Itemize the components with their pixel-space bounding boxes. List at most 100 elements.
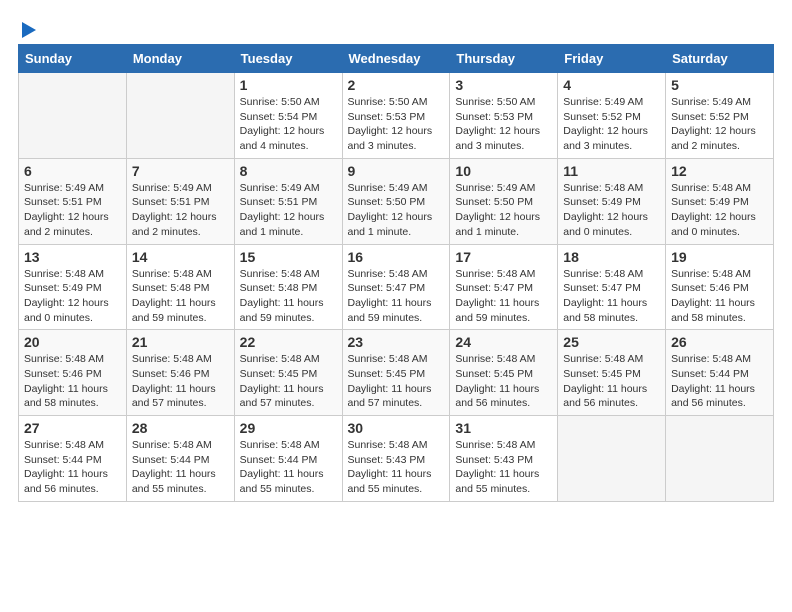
day-cell-22: 22Sunrise: 5:48 AM Sunset: 5:45 PM Dayli… — [234, 330, 342, 416]
day-info: Sunrise: 5:48 AM Sunset: 5:45 PM Dayligh… — [240, 352, 337, 411]
day-cell-14: 14 Sunrise: 5:48 AM Sunset: 5:48 PM Dayli… — [126, 244, 234, 330]
weekday-header-thursday: Thursday — [450, 45, 558, 73]
day-cell-9: 9 Sunrise: 5:49 AM Sunset: 5:50 PM Daylig… — [342, 158, 450, 244]
day-number: 19 — [671, 249, 768, 265]
day-cell-11: 11Sunrise: 5:48 AM Sunset: 5:49 PM Dayli… — [558, 158, 666, 244]
day-cell-13: 13 Sunrise: 5:48 AM Sunset: 5:49 PM Dayli… — [19, 244, 127, 330]
day-cell-19: 19 Sunrise: 5:48 AM Sunset: 5:46 PM Dayli… — [666, 244, 774, 330]
day-cell-15: 15Sunrise: 5:48 AM Sunset: 5:48 PM Dayli… — [234, 244, 342, 330]
day-number: 2 — [348, 77, 445, 93]
day-info: Sunrise: 5:48 AM Sunset: 5:47 PM Dayligh… — [563, 267, 660, 326]
day-info: Sunrise: 5:48 AM Sunset: 5:48 PM Dayligh… — [132, 267, 229, 326]
day-number: 27 — [24, 420, 121, 436]
day-info: Sunrise: 5:49 AM Sunset: 5:50 PM Dayligh… — [348, 181, 445, 240]
day-cell-23: 23Sunrise: 5:48 AM Sunset: 5:45 PM Dayli… — [342, 330, 450, 416]
day-number: 13 — [24, 249, 121, 265]
day-cell-29: 29 Sunrise: 5:48 AM Sunset: 5:44 PM Dayli… — [234, 416, 342, 502]
day-cell-27: 27 Sunrise: 5:48 AM Sunset: 5:44 PM Dayli… — [19, 416, 127, 502]
day-cell-8: 8 Sunrise: 5:49 AM Sunset: 5:51 PM Daylig… — [234, 158, 342, 244]
day-cell-20: 20 Sunrise: 5:48 AM Sunset: 5:46 PM Dayli… — [19, 330, 127, 416]
day-number: 14 — [132, 249, 229, 265]
day-info: Sunrise: 5:48 AM Sunset: 5:44 PM Dayligh… — [132, 438, 229, 497]
day-info: Sunrise: 5:48 AM Sunset: 5:49 PM Dayligh… — [671, 181, 768, 240]
day-info: Sunrise: 5:48 AM Sunset: 5:47 PM Dayligh… — [455, 267, 552, 326]
day-number: 9 — [348, 163, 445, 179]
day-info: Sunrise: 5:48 AM Sunset: 5:43 PM Dayligh… — [455, 438, 552, 497]
day-cell-3: 3Sunrise: 5:50 AM Sunset: 5:53 PM Daylig… — [450, 73, 558, 159]
day-info: Sunrise: 5:48 AM Sunset: 5:44 PM Dayligh… — [24, 438, 121, 497]
weekday-header-row: SundayMondayTuesdayWednesdayThursdayFrid… — [19, 45, 774, 73]
header — [18, 18, 774, 34]
weekday-header-tuesday: Tuesday — [234, 45, 342, 73]
day-info: Sunrise: 5:49 AM Sunset: 5:50 PM Dayligh… — [455, 181, 552, 240]
day-number: 20 — [24, 334, 121, 350]
day-info: Sunrise: 5:48 AM Sunset: 5:46 PM Dayligh… — [24, 352, 121, 411]
day-number: 1 — [240, 77, 337, 93]
day-info: Sunrise: 5:48 AM Sunset: 5:45 PM Dayligh… — [563, 352, 660, 411]
logo-text — [18, 18, 36, 38]
day-cell-4: 4 Sunrise: 5:49 AM Sunset: 5:52 PM Daylig… — [558, 73, 666, 159]
day-info: Sunrise: 5:48 AM Sunset: 5:45 PM Dayligh… — [455, 352, 552, 411]
day-info: Sunrise: 5:48 AM Sunset: 5:43 PM Dayligh… — [348, 438, 445, 497]
day-number: 29 — [240, 420, 337, 436]
day-info: Sunrise: 5:49 AM Sunset: 5:52 PM Dayligh… — [671, 95, 768, 154]
weekday-header-sunday: Sunday — [19, 45, 127, 73]
day-cell-24: 24 Sunrise: 5:48 AM Sunset: 5:45 PM Dayli… — [450, 330, 558, 416]
day-number: 6 — [24, 163, 121, 179]
day-info: Sunrise: 5:49 AM Sunset: 5:51 PM Dayligh… — [24, 181, 121, 240]
week-row-4: 20 Sunrise: 5:48 AM Sunset: 5:46 PM Dayli… — [19, 330, 774, 416]
day-number: 11 — [563, 163, 660, 179]
day-number: 24 — [455, 334, 552, 350]
day-number: 8 — [240, 163, 337, 179]
day-info: Sunrise: 5:48 AM Sunset: 5:46 PM Dayligh… — [132, 352, 229, 411]
day-number: 16 — [348, 249, 445, 265]
week-row-1: 1Sunrise: 5:50 AM Sunset: 5:54 PM Daylig… — [19, 73, 774, 159]
day-number: 12 — [671, 163, 768, 179]
day-number: 10 — [455, 163, 552, 179]
day-number: 26 — [671, 334, 768, 350]
day-cell-26: 26 Sunrise: 5:48 AM Sunset: 5:44 PM Dayli… — [666, 330, 774, 416]
day-number: 21 — [132, 334, 229, 350]
day-cell-1: 1Sunrise: 5:50 AM Sunset: 5:54 PM Daylig… — [234, 73, 342, 159]
day-number: 30 — [348, 420, 445, 436]
day-cell-31: 31Sunrise: 5:48 AM Sunset: 5:43 PM Dayli… — [450, 416, 558, 502]
day-number: 5 — [671, 77, 768, 93]
day-info: Sunrise: 5:50 AM Sunset: 5:53 PM Dayligh… — [348, 95, 445, 154]
day-number: 15 — [240, 249, 337, 265]
page: SundayMondayTuesdayWednesdayThursdayFrid… — [0, 0, 792, 612]
empty-cell — [19, 73, 127, 159]
day-info: Sunrise: 5:48 AM Sunset: 5:49 PM Dayligh… — [24, 267, 121, 326]
day-cell-5: 5 Sunrise: 5:49 AM Sunset: 5:52 PM Daylig… — [666, 73, 774, 159]
day-cell-17: 17 Sunrise: 5:48 AM Sunset: 5:47 PM Dayli… — [450, 244, 558, 330]
day-info: Sunrise: 5:48 AM Sunset: 5:45 PM Dayligh… — [348, 352, 445, 411]
day-cell-28: 28 Sunrise: 5:48 AM Sunset: 5:44 PM Dayli… — [126, 416, 234, 502]
empty-cell — [558, 416, 666, 502]
week-row-3: 13 Sunrise: 5:48 AM Sunset: 5:49 PM Dayli… — [19, 244, 774, 330]
day-info: Sunrise: 5:48 AM Sunset: 5:46 PM Dayligh… — [671, 267, 768, 326]
day-info: Sunrise: 5:49 AM Sunset: 5:51 PM Dayligh… — [240, 181, 337, 240]
day-number: 28 — [132, 420, 229, 436]
day-info: Sunrise: 5:48 AM Sunset: 5:47 PM Dayligh… — [348, 267, 445, 326]
day-number: 7 — [132, 163, 229, 179]
day-cell-16: 16 Sunrise: 5:48 AM Sunset: 5:47 PM Dayli… — [342, 244, 450, 330]
day-cell-12: 12 Sunrise: 5:48 AM Sunset: 5:49 PM Dayli… — [666, 158, 774, 244]
day-info: Sunrise: 5:48 AM Sunset: 5:44 PM Dayligh… — [671, 352, 768, 411]
day-cell-7: 7 Sunrise: 5:49 AM Sunset: 5:51 PM Daylig… — [126, 158, 234, 244]
day-info: Sunrise: 5:48 AM Sunset: 5:44 PM Dayligh… — [240, 438, 337, 497]
week-row-2: 6 Sunrise: 5:49 AM Sunset: 5:51 PM Daylig… — [19, 158, 774, 244]
day-info: Sunrise: 5:49 AM Sunset: 5:52 PM Dayligh… — [563, 95, 660, 154]
weekday-header-wednesday: Wednesday — [342, 45, 450, 73]
day-cell-25: 25 Sunrise: 5:48 AM Sunset: 5:45 PM Dayli… — [558, 330, 666, 416]
empty-cell — [126, 73, 234, 159]
day-number: 4 — [563, 77, 660, 93]
logo — [18, 18, 36, 34]
weekday-header-friday: Friday — [558, 45, 666, 73]
day-cell-21: 21 Sunrise: 5:48 AM Sunset: 5:46 PM Dayli… — [126, 330, 234, 416]
week-row-5: 27 Sunrise: 5:48 AM Sunset: 5:44 PM Dayli… — [19, 416, 774, 502]
empty-cell — [666, 416, 774, 502]
day-cell-18: 18Sunrise: 5:48 AM Sunset: 5:47 PM Dayli… — [558, 244, 666, 330]
day-info: Sunrise: 5:50 AM Sunset: 5:53 PM Dayligh… — [455, 95, 552, 154]
day-info: Sunrise: 5:49 AM Sunset: 5:51 PM Dayligh… — [132, 181, 229, 240]
day-number: 25 — [563, 334, 660, 350]
day-number: 17 — [455, 249, 552, 265]
